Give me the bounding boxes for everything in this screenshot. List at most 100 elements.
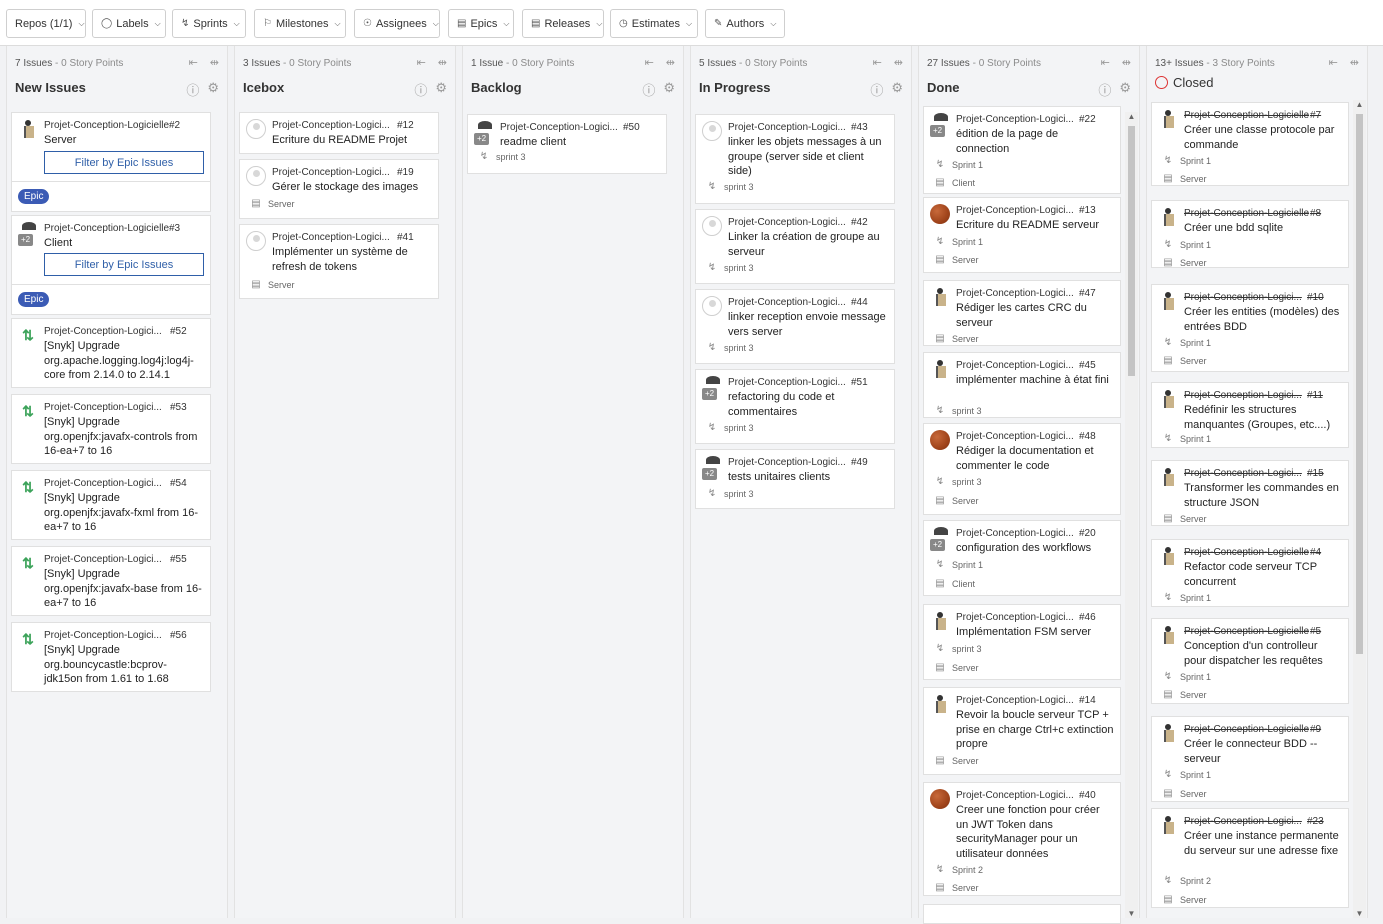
scroll-up-icon[interactable]: ▲ [1125, 112, 1138, 121]
release-icon: ▤ [531, 18, 540, 29]
repos-filter-button[interactable]: Repos (1/1)⌵ [6, 9, 86, 38]
labels-filter-button[interactable]: ◯Labels⌵ [92, 9, 166, 38]
avatar [1158, 207, 1178, 227]
expand-icon[interactable]: ⇹ [666, 56, 675, 69]
issue-card[interactable]: +2 Projet-Conception-Logicielle #3 Clien… [11, 215, 211, 285]
collapse-icon[interactable]: ⇤ [417, 56, 426, 69]
author-icon: ✎ [714, 18, 722, 29]
issue-card[interactable]: +2 Projet-Conception-Logici... #50 readm… [467, 114, 667, 174]
collapse-icon[interactable]: ⇤ [1101, 56, 1110, 69]
column-count: 7 Issues - 0 Story Points [15, 58, 123, 69]
issue-card[interactable]: ⇅ Projet-Conception-Logici... #54 [Snyk]… [11, 470, 211, 540]
epics-filter-button[interactable]: ▤Epics⌵ [448, 9, 514, 38]
scroll-down-icon[interactable]: ▼ [1353, 909, 1366, 918]
estimate-icon: ◷ [619, 18, 628, 29]
sprint-icon: ↯ [1162, 239, 1174, 250]
issue-card[interactable]: +2 Projet-Conception-Logici... #51 refac… [695, 369, 895, 444]
issue-card[interactable]: Projet-Conception-Logici... #15 Transfor… [1151, 460, 1349, 526]
issue-title: [Snyk] Upgrade org.apache.logging.log4j:… [44, 339, 204, 383]
info-icon[interactable]: ⓘ [414, 80, 427, 99]
issue-card[interactable]: Projet-Conception-Logici... #14 Revoir l… [923, 687, 1121, 775]
issue-card[interactable]: Projet-Conception-Logicielle #9 Créer le… [1151, 716, 1349, 802]
column-icebox: 3 Issues - 0 Story Points ⇤⇹ Icebox ⓘ⚙ P… [234, 46, 456, 918]
issue-card[interactable] [923, 904, 1121, 924]
issue-card[interactable]: ⇅ Projet-Conception-Logici... #53 [Snyk]… [11, 394, 211, 464]
issue-card[interactable]: Projet-Conception-Logici... #43 linker l… [695, 114, 895, 204]
epic-icon: ▤ [934, 578, 946, 589]
issue-title: Ecriture du README serveur [956, 218, 1114, 233]
issue-card[interactable]: Projet-Conception-Logici... #48 Rédiger … [923, 423, 1121, 515]
scroll-down-icon[interactable]: ▼ [1125, 909, 1138, 918]
issue-card[interactable]: Projet-Conception-Logicielle #2 Server F… [11, 112, 211, 182]
scroll-up-icon[interactable]: ▲ [1353, 100, 1366, 109]
info-icon[interactable]: ⓘ [1098, 80, 1111, 99]
collapse-icon[interactable]: ⇤ [873, 56, 882, 69]
releases-filter-button[interactable]: ▤Releases⌵ [522, 9, 604, 38]
collapse-icon[interactable]: ⇤ [645, 56, 654, 69]
issue-card[interactable]: ⇅ Projet-Conception-Logici... #52 [Snyk]… [11, 318, 211, 388]
assignees-filter-button[interactable]: ☉Assignees⌵ [354, 9, 440, 38]
column-done: 27 Issues - 0 Story Points ⇤⇹ Done ⓘ⚙ +2… [918, 46, 1140, 918]
issue-card[interactable]: Projet-Conception-Logici... #10 Créer le… [1151, 284, 1349, 372]
issue-card[interactable]: ⇅ Projet-Conception-Logici... #56 [Snyk]… [11, 622, 211, 692]
estimates-filter-button[interactable]: ◷Estimates⌵ [610, 9, 698, 38]
issue-card[interactable]: Projet-Conception-Logici... #47 Rédiger … [923, 280, 1121, 346]
epic-icon: ▤ [1162, 173, 1174, 184]
issue-card[interactable]: Projet-Conception-Logici... #42 Linker l… [695, 209, 895, 284]
expand-icon[interactable]: ⇹ [894, 56, 903, 69]
issue-card[interactable]: +2 Projet-Conception-Logici... #22 éditi… [923, 106, 1121, 194]
issue-card[interactable]: Projet-Conception-Logicielle #8 Créer un… [1151, 200, 1349, 268]
issue-title: Implémenter un système de refresh de tok… [272, 245, 432, 274]
filter-epic-button[interactable]: Filter by Epic Issues [44, 253, 204, 276]
avatar: +2 [18, 222, 38, 242]
expand-icon[interactable]: ⇹ [1350, 56, 1359, 69]
gear-icon[interactable]: ⚙ [435, 80, 447, 99]
avatar [930, 611, 950, 631]
sprint-icon: ↯ [706, 422, 718, 433]
sprint-icon: ↯ [934, 159, 946, 170]
issue-card[interactable]: +2 Projet-Conception-Logici... #20 confi… [923, 520, 1121, 596]
issue-card[interactable]: Projet-Conception-Logici... #23 Créer un… [1151, 808, 1349, 908]
issue-card[interactable]: Projet-Conception-Logici... #11 Redéfini… [1151, 382, 1349, 448]
issue-card[interactable]: Projet-Conception-Logici... #45 implémen… [923, 352, 1121, 418]
epic-badge: Epic [18, 189, 49, 204]
issue-card[interactable]: Projet-Conception-Logici... #19 Gérer le… [239, 159, 439, 219]
scrollbar[interactable]: ▲ ▼ [1353, 100, 1366, 918]
issue-card[interactable]: Projet-Conception-Logici... #41 Implémen… [239, 224, 439, 299]
authors-filter-button[interactable]: ✎Authors⌵ [705, 9, 785, 38]
gear-icon[interactable]: ⚙ [663, 80, 675, 99]
avatar: +2 [702, 376, 722, 396]
issue-card[interactable]: Projet-Conception-Logicielle #4 Refactor… [1151, 539, 1349, 607]
issue-card[interactable]: Projet-Conception-Logici... #13 Ecriture… [923, 197, 1121, 273]
info-icon[interactable]: ⓘ [186, 80, 199, 99]
collapse-icon[interactable]: ⇤ [189, 56, 198, 69]
issue-card[interactable]: Projet-Conception-Logici... #46 Implémen… [923, 604, 1121, 680]
issue-card[interactable]: +2 Projet-Conception-Logici... #49 tests… [695, 449, 895, 509]
gear-icon[interactable]: ⚙ [207, 80, 219, 99]
issue-title: Conception d'un controlleur pour dispatc… [1184, 639, 1342, 668]
info-icon[interactable]: ⓘ [870, 80, 883, 99]
expand-icon[interactable]: ⇹ [210, 56, 219, 69]
expand-icon[interactable]: ⇹ [438, 56, 447, 69]
gear-icon[interactable]: ⚙ [1119, 80, 1131, 99]
issue-card[interactable]: Projet-Conception-Logici... #12 Ecriture… [239, 112, 439, 154]
expand-icon[interactable]: ⇹ [1122, 56, 1131, 69]
issue-card[interactable]: Projet-Conception-Logicielle #5 Concepti… [1151, 618, 1349, 704]
issue-card[interactable]: Projet-Conception-Logicielle #7 Créer un… [1151, 102, 1349, 186]
avatar: +2 [702, 456, 722, 476]
collapse-icon[interactable]: ⇤ [1329, 56, 1338, 69]
column-count: 27 Issues - 0 Story Points [927, 58, 1041, 69]
gear-icon[interactable]: ⚙ [891, 80, 903, 99]
avatar [702, 121, 722, 141]
column-title: New Issues [15, 80, 86, 95]
column-title: In Progress [699, 80, 771, 95]
sprint-icon: ↯ [1162, 433, 1174, 444]
filter-epic-button[interactable]: Filter by Epic Issues [44, 151, 204, 174]
info-icon[interactable]: ⓘ [642, 80, 655, 99]
issue-card[interactable]: ⇅ Projet-Conception-Logici... #55 [Snyk]… [11, 546, 211, 616]
milestones-filter-button[interactable]: ⚐Milestones⌵ [254, 9, 346, 38]
scrollbar[interactable]: ▲ ▼ [1125, 112, 1138, 918]
sprints-filter-button[interactable]: ↯Sprints⌵ [172, 9, 246, 38]
issue-card[interactable]: Projet-Conception-Logici... #44 linker r… [695, 289, 895, 364]
issue-card[interactable]: Projet-Conception-Logici... #40 Creer un… [923, 782, 1121, 896]
